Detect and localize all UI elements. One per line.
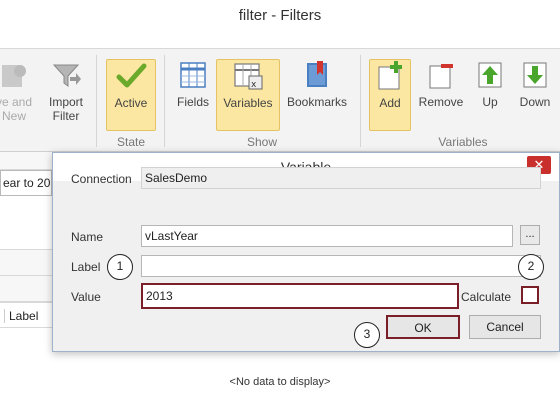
up-arrow-icon bbox=[474, 59, 506, 91]
down-label: Down bbox=[519, 95, 551, 109]
down-arrow-icon bbox=[519, 59, 551, 91]
save-new-icon bbox=[0, 59, 30, 91]
calculate-checkbox[interactable] bbox=[521, 286, 539, 304]
ribbon-separator bbox=[164, 55, 165, 147]
callout-marker-3: 3 bbox=[354, 322, 380, 348]
window-title: filter - Filters bbox=[0, 0, 560, 32]
import-filter-label: Import Filter bbox=[48, 95, 83, 123]
no-data-message: <No data to display> bbox=[229, 376, 331, 388]
connection-field: SalesDemo bbox=[141, 167, 541, 189]
name-browse-button[interactable]: ... bbox=[520, 225, 540, 245]
callout-marker-2: 2 bbox=[518, 254, 544, 280]
variable-dialog: Variable ✕ Connection SalesDemo Name vLa… bbox=[52, 152, 560, 352]
label-label: Label bbox=[71, 260, 101, 274]
panel-row: Label bbox=[0, 302, 52, 328]
panel-row bbox=[0, 250, 52, 276]
active-label: Active bbox=[114, 96, 148, 110]
save-and-new-label: ve and New bbox=[0, 95, 33, 123]
checkmark-icon bbox=[115, 60, 147, 92]
group-label-variables: Variables bbox=[438, 135, 488, 149]
connection-label: Connection bbox=[71, 172, 132, 186]
variables-button[interactable]: x Variables bbox=[216, 59, 280, 131]
add-label: Add bbox=[379, 96, 401, 110]
bookmarks-label: Bookmarks bbox=[286, 95, 348, 109]
filter-expression-text: ear to 201 bbox=[0, 170, 52, 196]
active-button[interactable]: Active bbox=[106, 59, 156, 131]
fields-button[interactable]: Fields bbox=[170, 59, 216, 131]
remove-label: Remove bbox=[418, 95, 464, 109]
variables-icon: x bbox=[232, 60, 264, 92]
ribbon-separator bbox=[96, 55, 97, 147]
remove-button[interactable]: Remove bbox=[414, 59, 468, 131]
value-field[interactable]: 2013 bbox=[141, 283, 459, 309]
remove-icon bbox=[425, 59, 457, 91]
fields-icon bbox=[177, 59, 209, 91]
name-field[interactable]: vLastYear bbox=[141, 225, 513, 247]
panel-body bbox=[0, 196, 52, 250]
add-icon bbox=[374, 60, 406, 92]
calculate-label: Calculate bbox=[461, 290, 512, 304]
up-button[interactable]: Up bbox=[472, 59, 508, 131]
funnel-icon bbox=[50, 59, 82, 91]
ok-button[interactable]: OK bbox=[386, 315, 460, 339]
ribbon: ve and New Import Filter Active State Fi… bbox=[0, 48, 560, 152]
group-label-state: State bbox=[116, 135, 146, 149]
save-and-new-button[interactable]: ve and New bbox=[0, 59, 36, 131]
cancel-button[interactable]: Cancel bbox=[469, 315, 541, 339]
panel-row bbox=[0, 276, 52, 302]
svg-text:x: x bbox=[251, 80, 257, 90]
label-column-header: Label bbox=[4, 309, 38, 323]
bookmarks-button[interactable]: Bookmarks bbox=[284, 59, 350, 131]
label-field[interactable] bbox=[141, 255, 541, 277]
import-filter-button[interactable]: Import Filter bbox=[40, 59, 92, 131]
down-button[interactable]: Down bbox=[514, 59, 556, 131]
group-label-show: Show bbox=[246, 135, 278, 149]
up-label: Up bbox=[482, 95, 498, 109]
callout-marker-1: 1 bbox=[107, 254, 133, 280]
panel-header-row bbox=[0, 152, 52, 170]
fields-label: Fields bbox=[176, 95, 209, 109]
bookmark-icon bbox=[301, 59, 333, 91]
value-label: Value bbox=[71, 290, 101, 304]
ribbon-separator bbox=[360, 55, 361, 147]
add-button[interactable]: Add bbox=[369, 59, 411, 131]
variables-label: Variables bbox=[223, 96, 273, 110]
name-label: Name bbox=[71, 230, 104, 244]
